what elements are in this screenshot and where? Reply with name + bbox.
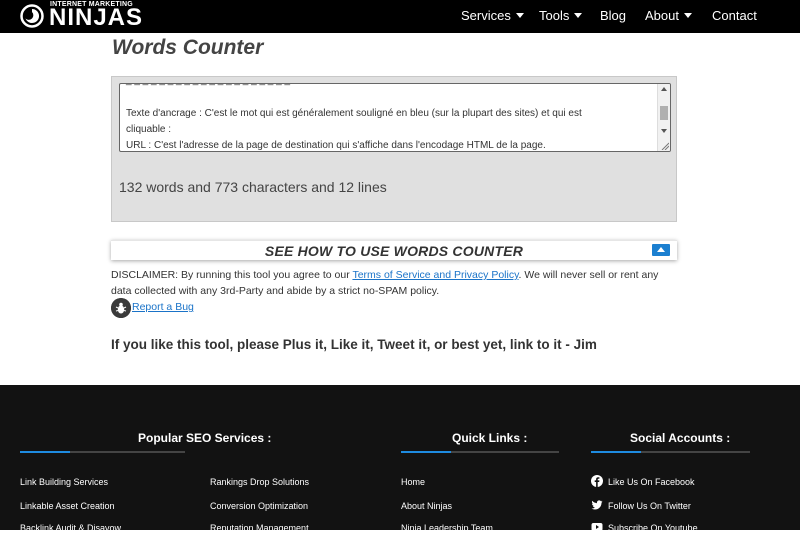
top-navbar: INTERNET MARKETING NINJAS Services Tools… bbox=[0, 0, 800, 33]
bug-icon bbox=[111, 298, 131, 318]
youtube-icon[interactable] bbox=[591, 521, 603, 533]
word-counter-panel: _ _ _ _ _ _ _ _ _ _ _ _ _ _ _ _ _ _ _ _ … bbox=[111, 76, 677, 222]
textarea-line: cliquable : bbox=[126, 124, 172, 135]
page-title: Words Counter bbox=[112, 36, 264, 59]
twitter-icon[interactable] bbox=[591, 499, 603, 511]
partially-scrolled-line: _ _ _ _ _ _ _ _ _ _ _ _ _ _ _ _ _ _ _ _ bbox=[126, 84, 290, 86]
nav-contact-label: Contact bbox=[712, 8, 757, 23]
footer-link[interactable]: About Ninjas bbox=[401, 501, 452, 511]
textarea-line: Texte d'ancrage : C'est le mot qui est g… bbox=[126, 108, 582, 119]
footer-link[interactable]: Link Building Services bbox=[20, 477, 108, 487]
footer-link[interactable]: Reputation Management bbox=[210, 523, 309, 533]
caret-down-icon bbox=[515, 13, 524, 18]
site-logo[interactable]: INTERNET MARKETING NINJAS bbox=[20, 1, 142, 31]
how-to-label: SEE HOW TO USE WORDS COUNTER bbox=[264, 243, 524, 259]
site-footer: Popular SEO Services : Quick Links : Soc… bbox=[0, 385, 800, 533]
disclaimer-text: DISCLAIMER: By running this tool you agr… bbox=[111, 267, 681, 299]
footer-social-link[interactable]: Follow Us On Twitter bbox=[608, 501, 691, 511]
how-to-accordion[interactable]: SEE HOW TO USE WORDS COUNTER bbox=[111, 240, 677, 260]
footer-divider-accent bbox=[591, 451, 641, 453]
nav-tools[interactable]: Tools bbox=[539, 8, 583, 24]
footer-link[interactable]: Rankings Drop Solutions bbox=[210, 477, 309, 487]
footer-link[interactable]: Backlink Audit & Disavow bbox=[20, 523, 121, 533]
footer-divider bbox=[401, 451, 559, 453]
nav-services[interactable]: Services bbox=[461, 8, 524, 24]
footer-link[interactable]: Ninja Leadership Team bbox=[401, 523, 493, 533]
nav-blog[interactable]: Blog bbox=[600, 8, 626, 24]
nav-about-label: About bbox=[645, 8, 679, 23]
footer-heading-social: Social Accounts : bbox=[630, 431, 731, 445]
nav-about[interactable]: About bbox=[645, 8, 692, 24]
footer-heading-quick: Quick Links : bbox=[452, 431, 528, 445]
textarea-line: URL : C'est l'adresse de la page de dest… bbox=[126, 140, 546, 151]
ninja-logo-icon bbox=[20, 4, 44, 28]
word-count-result: 132 words and 773 characters and 12 line… bbox=[119, 179, 387, 195]
scroll-thumb[interactable] bbox=[660, 106, 668, 120]
disclaimer-prefix: DISCLAIMER: By running this tool you agr… bbox=[111, 269, 353, 281]
logo-wordmark: NINJAS bbox=[49, 4, 144, 31]
report-bug-link[interactable]: Report a Bug bbox=[132, 301, 194, 313]
caret-down-icon bbox=[683, 13, 692, 18]
collapse-toggle-icon[interactable] bbox=[652, 244, 670, 256]
text-input-area[interactable]: _ _ _ _ _ _ _ _ _ _ _ _ _ _ _ _ _ _ _ _ … bbox=[119, 83, 671, 152]
footer-divider bbox=[591, 451, 750, 453]
textarea-content: Texte d'ancrage : C'est le mot qui est g… bbox=[126, 106, 654, 151]
footer-social-link[interactable]: Like Us On Facebook bbox=[608, 477, 695, 487]
share-prompt: If you like this tool, please Plus it, L… bbox=[111, 337, 597, 352]
nav-services-label: Services bbox=[461, 8, 511, 23]
scroll-up-icon[interactable] bbox=[661, 87, 667, 91]
footer-divider bbox=[20, 451, 185, 453]
footer-divider-accent bbox=[20, 451, 70, 453]
nav-contact[interactable]: Contact bbox=[712, 8, 757, 24]
caret-down-icon bbox=[574, 13, 583, 18]
terms-privacy-link[interactable]: Terms of Service and Privacy Policy bbox=[352, 269, 518, 281]
facebook-icon[interactable] bbox=[591, 475, 603, 487]
footer-link[interactable]: Linkable Asset Creation bbox=[20, 501, 115, 511]
scroll-down-icon[interactable] bbox=[661, 129, 667, 133]
resize-handle-icon[interactable] bbox=[661, 142, 669, 150]
nav-blog-label: Blog bbox=[600, 8, 627, 23]
footer-divider-accent bbox=[401, 451, 451, 453]
footer-link[interactable]: Home bbox=[401, 477, 425, 487]
footer-social-link[interactable]: Subscribe On Youtube bbox=[608, 523, 698, 533]
footer-link[interactable]: Conversion Optimization bbox=[210, 501, 308, 511]
footer-heading-popular: Popular SEO Services : bbox=[138, 431, 272, 445]
textarea-scrollbar[interactable] bbox=[657, 84, 670, 151]
nav-tools-label: Tools bbox=[539, 8, 570, 23]
